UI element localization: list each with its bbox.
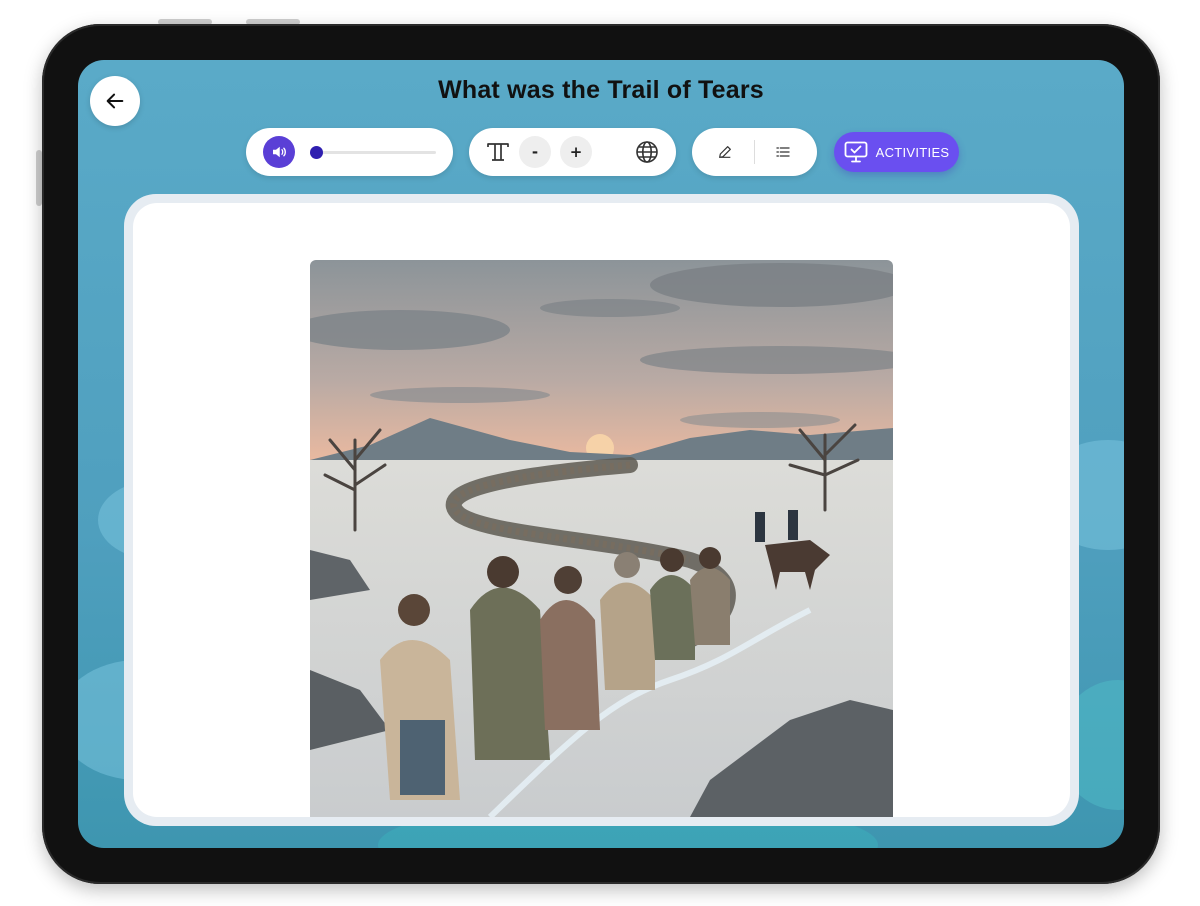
monitor-check-icon	[844, 141, 867, 163]
outline-button[interactable]	[772, 142, 794, 162]
increase-font-button[interactable]: +	[560, 136, 592, 168]
content-card	[124, 194, 1079, 826]
content-area	[133, 203, 1070, 817]
text-style-icon	[487, 143, 509, 161]
audio-progress-handle[interactable]	[310, 146, 323, 159]
decrease-font-button[interactable]: -	[519, 136, 551, 168]
translate-button[interactable]	[633, 139, 661, 165]
activities-label: ACTIVITIES	[875, 144, 950, 160]
illustration-art	[310, 260, 893, 817]
trail-of-tears-illustration	[310, 260, 893, 817]
speaker-icon	[273, 146, 286, 158]
page-title: What was the Trail of Tears	[438, 76, 764, 104]
pencil-icon	[719, 146, 731, 158]
play-audio-button[interactable]	[263, 136, 295, 168]
annotation-tools	[692, 128, 817, 176]
activities-button[interactable]: ACTIVITIES	[834, 132, 959, 172]
app-screen: What was the Trail of Tears - + ACTIVITI…	[78, 60, 1124, 848]
toolbar-divider	[754, 140, 755, 164]
audio-player	[246, 128, 453, 176]
text-tools: - +	[469, 128, 676, 176]
audio-progress-slider[interactable]	[310, 146, 436, 159]
list-icon	[776, 147, 790, 157]
text-style-button[interactable]	[483, 138, 513, 166]
annotate-button[interactable]	[714, 142, 736, 162]
globe-icon	[636, 141, 658, 163]
